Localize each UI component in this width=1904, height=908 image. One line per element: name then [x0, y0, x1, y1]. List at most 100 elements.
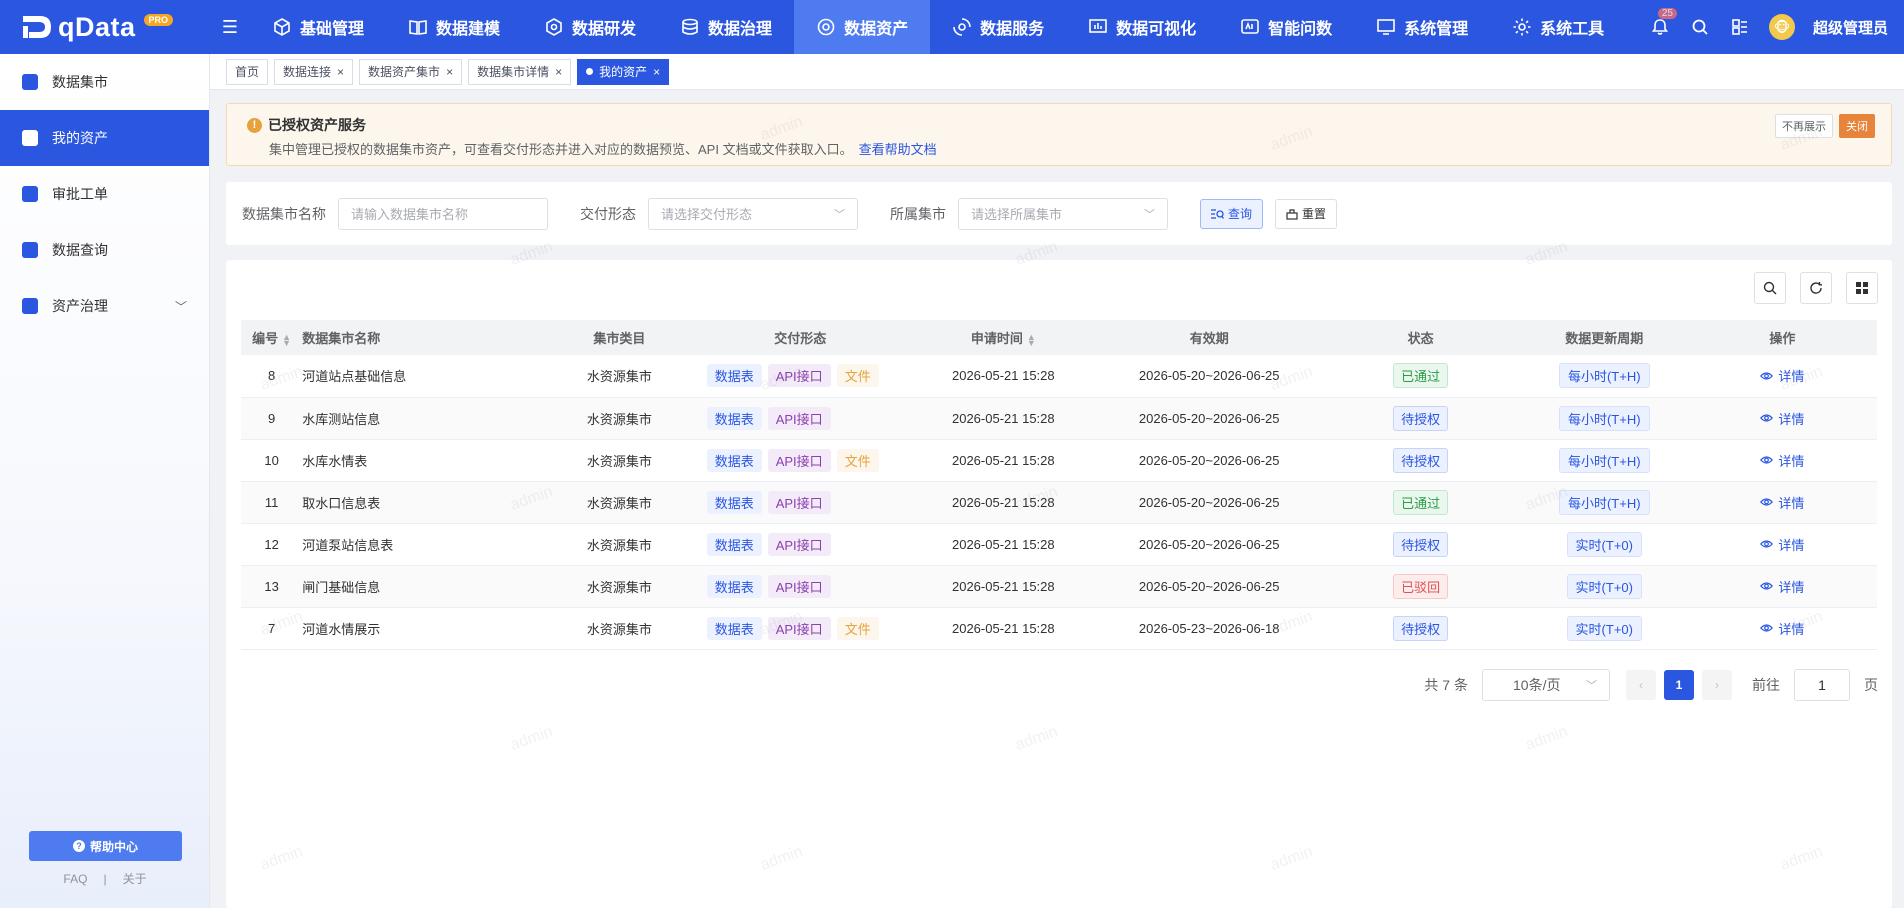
cell-forms: 数据表 API接口 文件	[692, 355, 909, 397]
detail-button[interactable]: 详情	[1760, 619, 1804, 638]
sort-icon[interactable]: ▲ ▼	[1027, 332, 1036, 347]
detail-button[interactable]: 详情	[1760, 493, 1804, 512]
faq-link[interactable]: FAQ	[63, 872, 87, 886]
sidebar-item-5[interactable]: 资产治理 ﹀	[0, 278, 209, 334]
search-icon[interactable]	[1689, 16, 1711, 38]
detail-button[interactable]: 详情	[1760, 409, 1804, 428]
column-header-label: 交付形态	[774, 331, 827, 346]
layout-icon[interactable]	[1729, 16, 1751, 38]
sidebar-item-label: 数据集市	[52, 74, 108, 90]
close-icon[interactable]: ×	[446, 65, 453, 79]
name-search-input[interactable]: 请输入数据集市名称	[338, 197, 548, 230]
nav-item-10[interactable]: 系统工具	[1490, 0, 1626, 54]
detail-button[interactable]: 详情	[1760, 577, 1804, 596]
delivery-form-select[interactable]: 请选择交付形态 ﹀	[648, 197, 858, 230]
notice-description: 集中管理已授权的数据集市资产，可查看交付形态并进入对应的数据预览、API 文档或…	[269, 139, 937, 158]
help-doc-link[interactable]: 查看帮助文档	[859, 142, 937, 157]
tab-2[interactable]: 数据连接 ×	[274, 58, 354, 85]
help-links: FAQ | 关于	[0, 870, 210, 887]
market-select[interactable]: 请选择所属集市 ﹀	[958, 197, 1168, 230]
query-button[interactable]: 查询	[1200, 198, 1264, 229]
cell-id: 9	[241, 397, 302, 439]
cell-cycle: 实时(T+0)	[1521, 565, 1688, 607]
close-icon[interactable]: ×	[337, 65, 344, 79]
next-page-button[interactable]: ›	[1702, 670, 1732, 700]
column-header-label: 集市类目	[593, 331, 646, 346]
about-link[interactable]: 关于	[123, 872, 147, 886]
sidebar-item-4[interactable]: 数据查询	[0, 222, 209, 278]
cell-valid: 2026-05-23~2026-06-18	[1098, 607, 1321, 649]
tab-5[interactable]: 我的资产 ×	[577, 58, 670, 85]
status-badge: 已驳回	[1393, 573, 1449, 599]
cell-forms: 数据表 API接口	[692, 481, 909, 523]
page-number[interactable]: 1	[1664, 670, 1694, 700]
asset-table: 编号 ▲ ▼ 数据集市名称 集市类目 交付形态 申请时间 ▲ ▼ 有效期 状态 数据更新周期 操作 8河…	[241, 320, 1877, 650]
database-icon	[682, 18, 698, 35]
tab-4[interactable]: 数据集市详情 ×	[468, 58, 572, 85]
tab-1[interactable]: 首页	[226, 58, 269, 85]
code-icon	[546, 18, 562, 36]
nav-item-2[interactable]: 数据建模	[386, 0, 522, 54]
goto-page-input[interactable]: 1	[1794, 669, 1850, 701]
nav-item-5[interactable]: 数据资产	[794, 0, 931, 54]
logo[interactable]: qData PRO	[0, 0, 210, 54]
cell-action: 详情	[1688, 481, 1877, 523]
status-badge: 已通过	[1393, 363, 1449, 389]
nav-item-3[interactable]: 数据研发	[522, 0, 658, 54]
dont-show-button[interactable]: 不再展示	[1775, 114, 1833, 138]
bell-icon[interactable]: 25	[1649, 8, 1677, 38]
page-size-select[interactable]: 10条/页 ﹀	[1482, 669, 1610, 701]
prev-page-button[interactable]: ‹	[1626, 670, 1656, 700]
column-header[interactable]: 编号 ▲ ▼	[241, 320, 302, 355]
nav-item-6[interactable]: 数据服务	[930, 0, 1066, 54]
table-tools	[1754, 272, 1878, 304]
row-id: 10	[264, 452, 279, 468]
detail-button[interactable]: 详情	[1760, 451, 1804, 470]
nav-item-4[interactable]: 数据治理	[658, 0, 794, 54]
cell-valid: 2026-05-20~2026-06-25	[1098, 397, 1321, 439]
delivery-form-tag: 数据表	[706, 364, 762, 388]
sidebar-item-3[interactable]: 审批工单	[0, 166, 209, 222]
tab-label: 首页	[235, 65, 260, 79]
search-toggle-button[interactable]	[1754, 272, 1786, 304]
cell-category: 水资源集市	[547, 439, 692, 481]
column-header[interactable]: 申请时间 ▲ ▼	[909, 320, 1098, 355]
row-name: 河道水情展示	[302, 621, 381, 637]
detail-button[interactable]: 详情	[1760, 366, 1804, 385]
row-category: 水资源集市	[586, 537, 652, 553]
menu-toggle-icon[interactable]: ☰	[210, 17, 250, 38]
approval-icon	[22, 186, 38, 202]
row-apply-time: 2026-05-21 15:28	[951, 578, 1055, 594]
nav-item-8[interactable]: 智能问数	[1218, 0, 1354, 54]
help-center-button[interactable]: ? 帮助中心	[29, 831, 182, 861]
close-icon[interactable]: ×	[555, 65, 562, 79]
tab-3[interactable]: 数据资产集市 ×	[359, 58, 463, 85]
cell-status: 待授权	[1320, 397, 1520, 439]
row-name: 水库水情表	[302, 453, 368, 469]
sort-icon[interactable]: ▲ ▼	[282, 332, 291, 347]
cell-forms: 数据表 API接口	[692, 397, 909, 439]
cell-category: 水资源集市	[547, 607, 692, 649]
refresh-button[interactable]	[1800, 272, 1832, 304]
cell-id: 10	[241, 439, 302, 481]
sidebar-item-2[interactable]: 我的资产	[0, 110, 209, 166]
detail-button[interactable]: 详情	[1760, 535, 1804, 554]
username[interactable]: 超级管理员	[1813, 17, 1888, 38]
row-validity: 2026-05-20~2026-06-25	[1138, 410, 1280, 426]
nav-item-7[interactable]: 数据可视化	[1066, 0, 1218, 54]
update-cycle-badge: 每小时(T+H)	[1558, 405, 1650, 431]
cell-time: 2026-05-21 15:28	[909, 607, 1098, 649]
close-notice-button[interactable]: 关闭	[1839, 114, 1875, 138]
nav-item-9[interactable]: 系统管理	[1354, 0, 1490, 54]
sidebar-item-label: 资产治理	[52, 298, 108, 314]
detail-label: 详情	[1778, 411, 1805, 427]
row-apply-time: 2026-05-21 15:28	[951, 494, 1055, 510]
avatar[interactable]: 🐵	[1768, 14, 1795, 40]
sidebar-item-1[interactable]: 数据集市	[0, 54, 209, 110]
close-icon[interactable]: ×	[653, 65, 660, 79]
reset-button[interactable]: 重置	[1275, 198, 1338, 229]
update-cycle-badge: 每小时(T+H)	[1558, 363, 1650, 389]
nav-item-1[interactable]: 基础管理	[250, 0, 386, 54]
cell-name: 河道泵站信息表	[302, 523, 547, 565]
columns-button[interactable]	[1846, 272, 1878, 304]
